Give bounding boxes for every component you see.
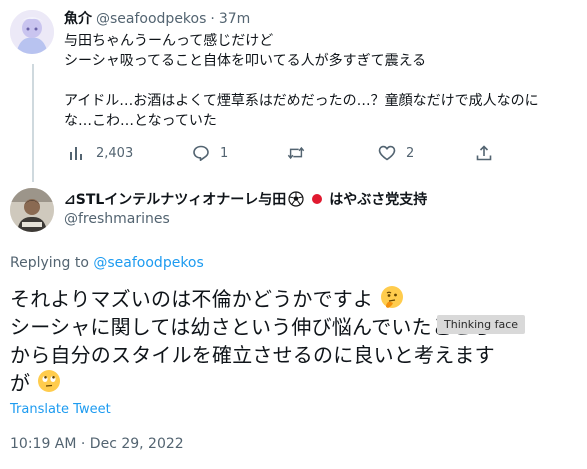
- thread-connector-line: [32, 64, 34, 182]
- parent-text-line: な…こわ…となっていた: [64, 113, 217, 129]
- parent-text-line: [64, 71, 579, 91]
- parent-display-name[interactable]: 魚介: [64, 8, 92, 28]
- parent-avatar[interactable]: [10, 10, 54, 54]
- parent-text-line: アイドル…お酒はよくて煙草系はだめだったの…？童顔なだけで成人なのに: [64, 93, 539, 109]
- replying-prefix: Replying to: [10, 255, 89, 271]
- views-count: 2,403: [96, 145, 134, 161]
- parent-handle[interactable]: @seafoodpekos: [96, 11, 206, 27]
- like-button[interactable]: 2: [378, 144, 414, 162]
- replying-to-link[interactable]: @seafoodpekos: [93, 255, 203, 271]
- reply-display-name-suffix[interactable]: はやぶさ党支持: [329, 189, 427, 209]
- analytics-icon: [70, 147, 82, 160]
- reply-text-line: から自分のスタイルを確立させるのに良いと考えます: [10, 343, 495, 367]
- thinking-face-icon: [380, 286, 403, 308]
- reply-icon: [193, 145, 209, 161]
- reply-count: 1: [220, 145, 229, 161]
- share-button[interactable]: [475, 144, 503, 162]
- translate-tweet-link[interactable]: Translate Tweet: [10, 402, 111, 417]
- reply-display-name[interactable]: ⊿STLインテルナツィオナーレ与田: [64, 189, 286, 209]
- reply-button[interactable]: 1: [192, 144, 228, 162]
- heart-icon: [378, 145, 396, 161]
- reply-text-line: それよりマズいのは不倫かどうかですよ: [10, 287, 374, 311]
- like-count: 2: [406, 145, 415, 161]
- views-button[interactable]: 2,403: [68, 144, 133, 162]
- retweet-icon: [287, 146, 305, 160]
- parent-text-line: シーシャ吸ってること自体を叩いてる人が多すぎて震える: [64, 53, 427, 69]
- reply-tweet-text: それよりマズいのは不倫かどうかですよ シーシャに関しては幼さという伸び悩んでいた…: [10, 285, 580, 397]
- face-with-rolling-eyes-icon: [37, 370, 60, 392]
- parent-tweet-text: 与田ちゃんうーんって感じだけど シーシャ吸ってること自体を叩いてる人が多すぎて震…: [64, 31, 579, 131]
- parent-separator: ·: [210, 11, 215, 27]
- reply-text-line: が: [10, 371, 31, 395]
- japan-flag-icon: [312, 194, 323, 204]
- reply-avatar[interactable]: [10, 188, 54, 232]
- soccer-ball-icon: [288, 191, 304, 207]
- parent-time[interactable]: 37m: [219, 11, 250, 27]
- replying-to-line: Replying to @seafoodpekos: [10, 255, 204, 271]
- emoji-tooltip: Thinking face: [437, 315, 526, 334]
- tweet-timestamp[interactable]: 10:19 AM · Dec 29, 2022: [10, 436, 184, 452]
- reply-handle[interactable]: @freshmarines: [64, 211, 170, 227]
- parent-text-line: 与田ちゃんうーんって感じだけど: [64, 33, 274, 49]
- share-icon: [476, 145, 492, 161]
- retweet-button[interactable]: [287, 144, 315, 162]
